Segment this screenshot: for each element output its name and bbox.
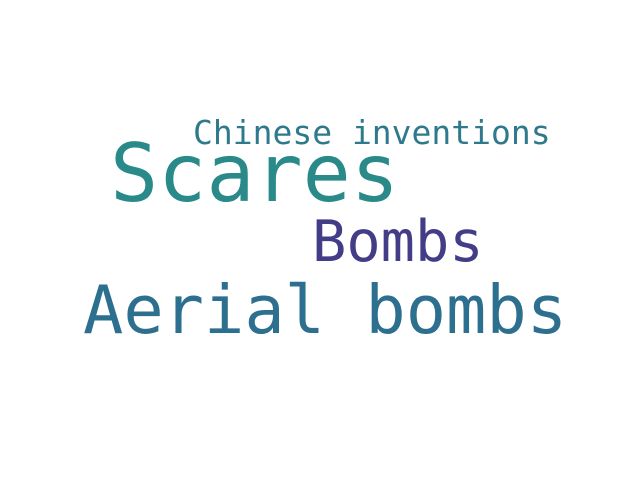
word-cloud-canvas: Chinese inventions Scares Bombs Aerial b…: [0, 0, 640, 480]
word-aerial-bombs: Aerial bombs: [83, 271, 568, 349]
word-scares: Scares: [110, 127, 399, 220]
word-bombs: Bombs: [312, 209, 484, 275]
